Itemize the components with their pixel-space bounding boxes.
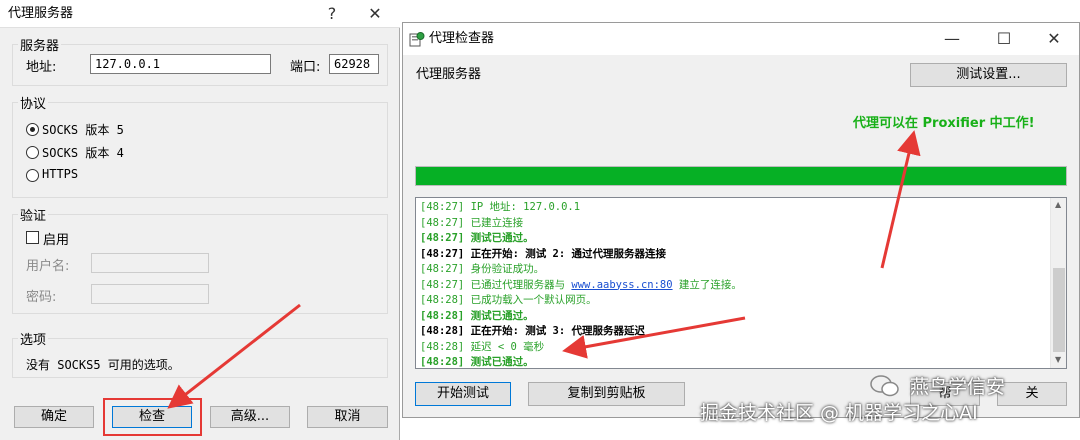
wechat-account-text: 燕鸟学信安 xyxy=(910,376,1006,398)
community-watermark: 掘金技术社区 @ 机器学习之心AI xyxy=(700,402,978,424)
arrow-to-check-button xyxy=(167,303,301,409)
arrow-to-annotation xyxy=(880,130,921,269)
wechat-icon xyxy=(870,375,899,397)
arrow-to-test-passed xyxy=(562,316,746,359)
wechat-watermark: 燕鸟学信安 xyxy=(870,372,1070,400)
